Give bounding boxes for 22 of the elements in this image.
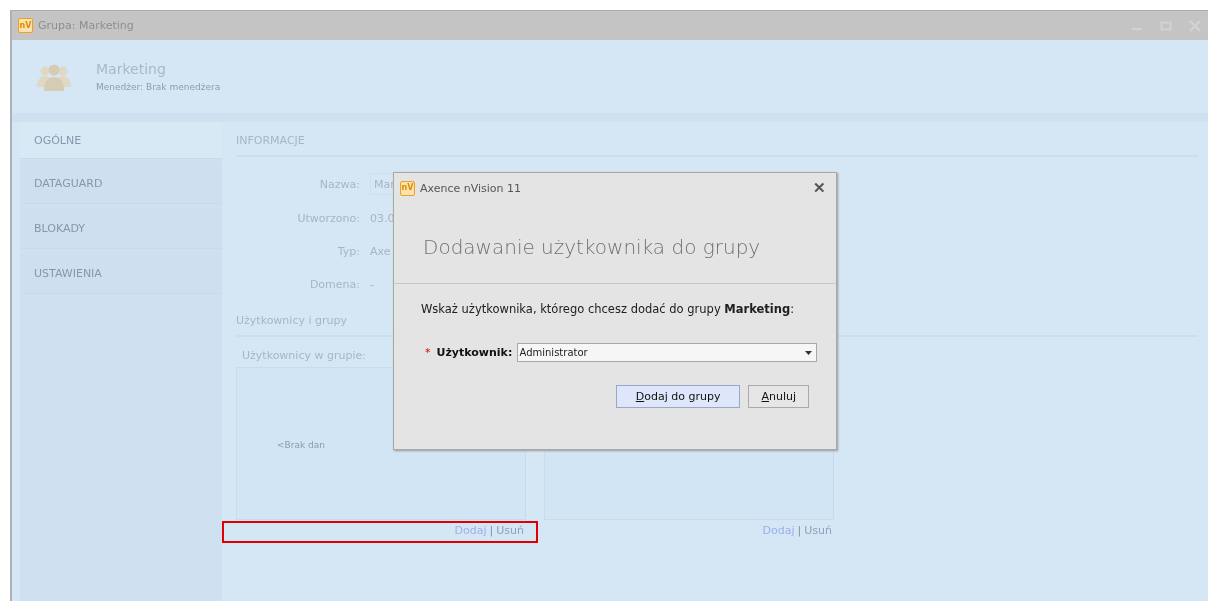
user-group-icon: [36, 62, 72, 91]
dialog-heading: Dodawanie użytkownika do grupy: [394, 203, 836, 284]
add-link[interactable]: Dodaj: [454, 524, 487, 537]
required-mark: *: [425, 346, 431, 359]
caret-icon: [804, 350, 812, 355]
remove-link[interactable]: Usuń: [496, 524, 524, 537]
cancel-button[interactable]: Anuluj: [748, 385, 809, 408]
app-logo: nV: [18, 18, 33, 33]
app-logo: nV: [400, 180, 415, 196]
add-to-group-button[interactable]: Dodaj do grupy: [615, 385, 741, 408]
field-label: Użytkownik:: [436, 346, 511, 359]
add-link[interactable]: Dodaj: [762, 524, 795, 537]
separator: |: [489, 524, 494, 537]
separator: |: [797, 524, 802, 537]
dialog-title: Axence nVision 11: [420, 181, 523, 195]
manager-text: Menedżer: Brak menedżera: [96, 82, 221, 92]
sidebar-tab[interactable]: OGÓLNE: [20, 122, 222, 159]
user-dropdown[interactable]: Administrator: [516, 343, 817, 362]
field-value: -: [370, 276, 374, 293]
close-button[interactable]: ✕: [813, 179, 826, 197]
remove-link[interactable]: Usuń: [804, 524, 832, 537]
empty-text: <Brak dan: [277, 439, 325, 450]
